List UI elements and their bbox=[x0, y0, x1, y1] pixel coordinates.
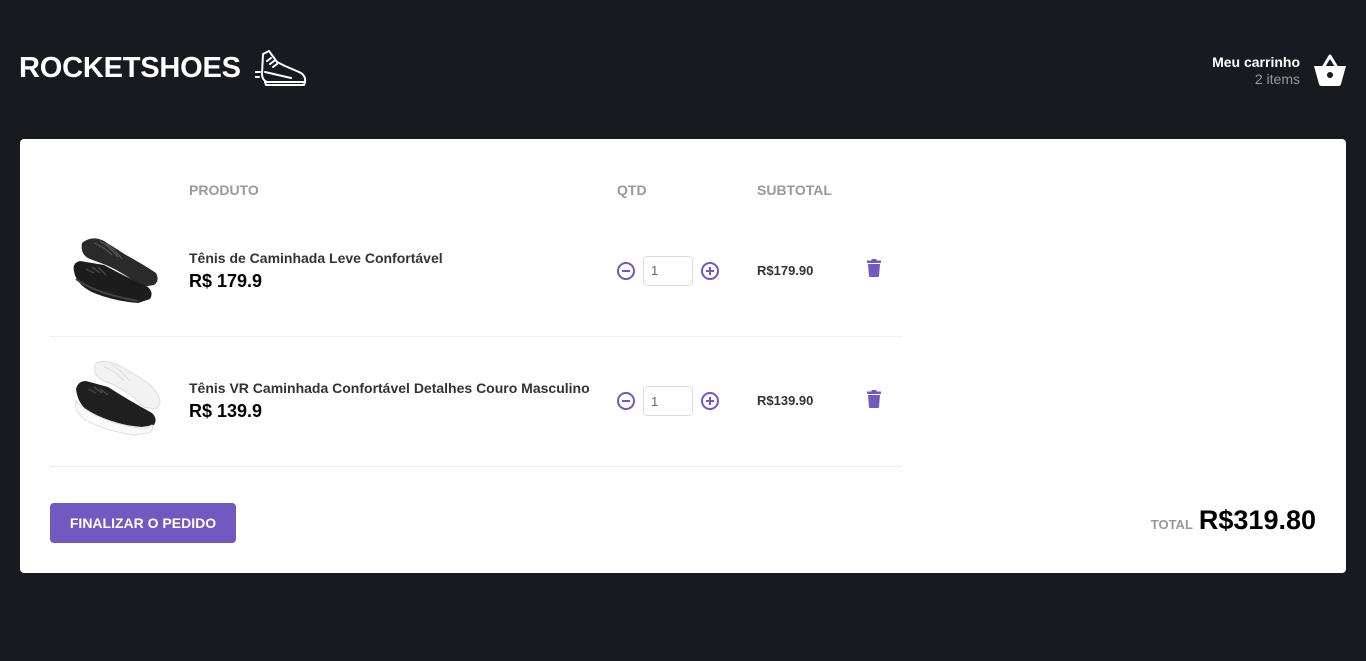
trash-icon[interactable] bbox=[867, 259, 881, 278]
quantity-input[interactable] bbox=[643, 386, 693, 416]
cart-title: Meu carrinho bbox=[1212, 53, 1300, 70]
logo-text: ROCKETSHOES bbox=[19, 51, 241, 84]
decrement-button[interactable] bbox=[617, 261, 635, 280]
delete-cell bbox=[846, 336, 902, 467]
plus-circle-icon bbox=[706, 266, 714, 275]
product-name: Tênis de Caminhada Leve Confortável bbox=[189, 249, 443, 266]
total-label: TOTAL bbox=[1150, 517, 1193, 532]
quantity-cell bbox=[605, 206, 745, 337]
decrement-button[interactable] bbox=[617, 392, 635, 410]
trash-icon[interactable] bbox=[867, 389, 881, 408]
logo[interactable]: ROCKETSHOES bbox=[19, 48, 309, 88]
table-row: Tênis de Caminhada Leve Confortável R$ 1… bbox=[50, 206, 902, 337]
minus-circle-icon bbox=[622, 269, 630, 272]
quantity-input[interactable] bbox=[643, 255, 693, 286]
increment-button[interactable] bbox=[701, 261, 719, 280]
header: ROCKETSHOES Meu carrinho 2 items bbox=[0, 0, 1366, 139]
order-total: TOTAL R$319.80 bbox=[1151, 505, 1316, 536]
header-qtd: QTD bbox=[617, 182, 647, 198]
header-actions bbox=[846, 174, 902, 206]
product-image bbox=[73, 238, 158, 303]
product-image-cell bbox=[50, 336, 177, 467]
item-subtotal: R$179.90 bbox=[757, 262, 814, 278]
table-row: Tênis VR Caminhada Confortável Detalhes … bbox=[50, 336, 902, 467]
minus-circle-icon bbox=[622, 400, 630, 402]
checkout-button[interactable]: FINALIZAR O PEDIDO bbox=[50, 503, 236, 543]
product-info-cell: Tênis VR Caminhada Confortável Detalhes … bbox=[177, 336, 605, 467]
item-subtotal: R$139.90 bbox=[757, 393, 814, 408]
cart-link[interactable]: Meu carrinho 2 items bbox=[1212, 52, 1348, 88]
total-value: R$319.80 bbox=[1198, 505, 1316, 535]
header-produto: PRODUTO bbox=[189, 182, 259, 198]
product-info-cell: Tênis de Caminhada Leve Confortável R$ 1… bbox=[177, 206, 605, 337]
quantity-stepper bbox=[617, 386, 733, 416]
subtotal-cell: R$179.90 bbox=[745, 206, 846, 337]
header-image bbox=[50, 174, 177, 206]
product-name: Tênis VR Caminhada Confortável Detalhes … bbox=[189, 380, 590, 396]
product-price: R$ 179.9 bbox=[189, 270, 263, 291]
increment-button[interactable] bbox=[701, 392, 719, 410]
header-subtotal: SUBTOTAL bbox=[757, 182, 832, 198]
shopping-basket-icon bbox=[1314, 54, 1346, 86]
cart-panel: PRODUTO QTD SUBTOTAL Tênis de Caminhada … bbox=[20, 139, 1346, 573]
cart-count: 2 items bbox=[1254, 70, 1300, 87]
product-price: R$ 139.9 bbox=[189, 401, 263, 421]
subtotal-cell: R$139.90 bbox=[745, 336, 846, 467]
cart-summary: Meu carrinho 2 items bbox=[1212, 54, 1300, 87]
quantity-stepper bbox=[617, 255, 733, 286]
delete-cell bbox=[846, 206, 902, 337]
running-shoe-icon bbox=[254, 50, 306, 86]
quantity-cell bbox=[605, 336, 745, 467]
products-table: PRODUTO QTD SUBTOTAL Tênis de Caminhada … bbox=[50, 174, 902, 467]
plus-circle-icon bbox=[706, 397, 714, 405]
table-header-row: PRODUTO QTD SUBTOTAL bbox=[50, 174, 902, 206]
product-image-cell bbox=[50, 206, 177, 337]
product-image bbox=[74, 361, 161, 436]
